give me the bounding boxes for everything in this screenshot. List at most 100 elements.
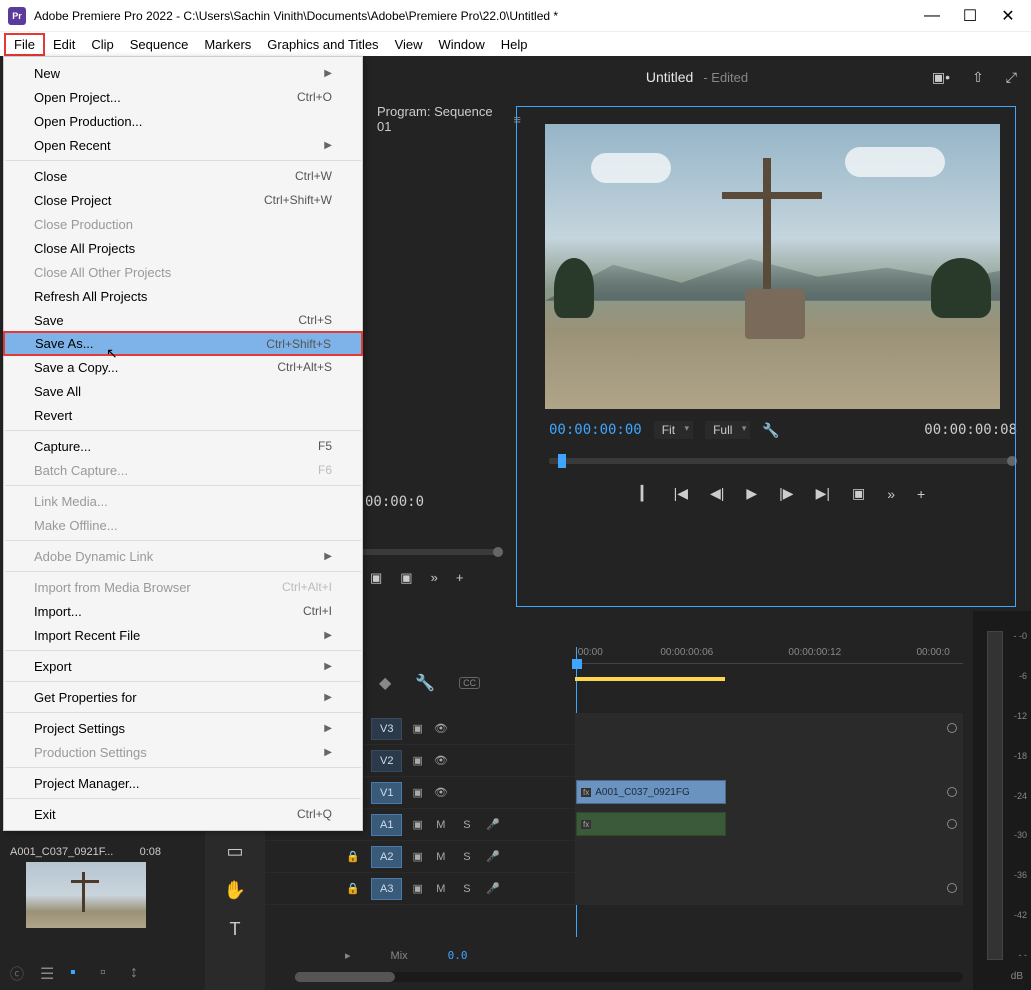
menu-item-exit[interactable]: ExitCtrl+Q: [4, 802, 362, 826]
transport-more-icon[interactable]: »: [887, 486, 895, 502]
menu-graphics[interactable]: Graphics and Titles: [259, 35, 386, 54]
add-button[interactable]: +: [917, 486, 925, 502]
menu-item-save-all[interactable]: Save All: [4, 379, 362, 403]
hand-tool-icon[interactable]: ✋: [224, 880, 246, 901]
timeline-clip-video[interactable]: fx A001_C037_0921FG: [576, 780, 726, 804]
menu-item-open-project[interactable]: Open Project...Ctrl+O: [4, 85, 362, 109]
toggle-output-icon[interactable]: ▣: [412, 754, 422, 767]
menu-item-import-recent-file[interactable]: Import Recent File▶: [4, 623, 362, 647]
eye-icon[interactable]: 👁: [433, 722, 449, 735]
menu-item-project-manager[interactable]: Project Manager...: [4, 771, 362, 795]
menu-item-open-production[interactable]: Open Production...: [4, 109, 362, 133]
timeline-scrollbar[interactable]: [295, 972, 963, 982]
step-forward-button[interactable]: |▶: [779, 485, 793, 502]
track-label-v2[interactable]: V2: [371, 750, 402, 772]
step-back-button[interactable]: ◀|: [710, 485, 724, 502]
minimize-button[interactable]: —: [925, 9, 939, 23]
track-body-a2[interactable]: [575, 841, 963, 872]
menu-item-close-all-projects[interactable]: Close All Projects: [4, 236, 362, 260]
toggle-output-icon[interactable]: ▣: [412, 818, 422, 831]
mix-arrow-icon[interactable]: ▸: [345, 949, 351, 962]
toggle-output-icon[interactable]: ▣: [412, 722, 422, 735]
mix-value[interactable]: 0.0: [448, 949, 468, 962]
menu-item-open-recent[interactable]: Open Recent▶: [4, 133, 362, 157]
work-area-bar[interactable]: [575, 677, 725, 681]
go-to-out-button[interactable]: ▶|: [816, 485, 830, 502]
toggle-output-icon[interactable]: ▣: [412, 882, 422, 895]
menu-item-capture[interactable]: Capture...F5: [4, 434, 362, 458]
mic-icon[interactable]: 🎤: [485, 882, 501, 895]
mute-button[interactable]: M: [433, 819, 449, 831]
track-body-v1[interactable]: fx A001_C037_0921FG: [575, 777, 963, 808]
marker-icon[interactable]: ◆: [379, 673, 391, 693]
share-icon[interactable]: ⇧: [972, 69, 984, 86]
program-timecode-current[interactable]: 00:00:00:00: [549, 422, 642, 438]
menu-item-get-properties-for[interactable]: Get Properties for▶: [4, 685, 362, 709]
solo-button[interactable]: S: [459, 883, 475, 895]
timeline-wrench-icon[interactable]: 🔧: [415, 673, 435, 693]
menu-edit[interactable]: Edit: [45, 35, 83, 54]
source-add-button[interactable]: +: [456, 570, 464, 586]
export-frame-button[interactable]: ▣: [852, 485, 865, 502]
selection-tool-icon[interactable]: ▭: [226, 841, 243, 862]
sort-icon[interactable]: ↕: [130, 964, 146, 980]
menu-item-save-as[interactable]: Save As...Ctrl+Shift+S: [3, 331, 363, 356]
maximize-button[interactable]: ☐: [963, 9, 977, 23]
track-body-v3[interactable]: [575, 713, 963, 744]
panel-menu-icon[interactable]: ≡: [513, 112, 521, 127]
source-scrubber[interactable]: [363, 549, 499, 555]
captions-icon[interactable]: CC: [459, 677, 480, 689]
menu-item-close[interactable]: CloseCtrl+W: [4, 164, 362, 188]
list-view-icon[interactable]: ☰: [40, 964, 56, 980]
type-tool-icon[interactable]: T: [230, 919, 241, 940]
track-body-v2[interactable]: [575, 745, 963, 776]
track-body-a1[interactable]: fx: [575, 809, 963, 840]
lock-icon[interactable]: 🔒: [345, 850, 361, 863]
timeline-ruler[interactable]: :00:00 00:00:00:06 00:00:00:12 00:00:0: [575, 647, 963, 677]
program-playhead[interactable]: [558, 454, 566, 468]
solo-button[interactable]: S: [459, 819, 475, 831]
track-body-a3[interactable]: [575, 873, 963, 904]
menu-markers[interactable]: Markers: [196, 35, 259, 54]
menu-item-save[interactable]: SaveCtrl+S: [4, 308, 362, 332]
mic-icon[interactable]: 🎤: [485, 818, 501, 831]
zoom-fit-select[interactable]: Fit: [654, 421, 693, 439]
mute-button[interactable]: M: [433, 851, 449, 863]
menu-item-refresh-all-projects[interactable]: Refresh All Projects: [4, 284, 362, 308]
project-clip-item[interactable]: A001_C037_0921F... 0:08: [8, 846, 163, 928]
menu-item-close-project[interactable]: Close ProjectCtrl+Shift+W: [4, 188, 362, 212]
menu-help[interactable]: Help: [493, 35, 536, 54]
track-label-v1[interactable]: V1: [371, 782, 402, 804]
mic-icon[interactable]: 🎤: [485, 850, 501, 863]
menu-clip[interactable]: Clip: [83, 35, 121, 54]
menu-item-save-a-copy[interactable]: Save a Copy...Ctrl+Alt+S: [4, 355, 362, 379]
icon-view-icon[interactable]: ▪: [70, 964, 86, 980]
source-more-icon[interactable]: »: [431, 570, 438, 586]
eye-icon[interactable]: 👁: [433, 786, 449, 799]
freeform-view-icon[interactable]: ▫: [100, 964, 116, 980]
menu-window[interactable]: Window: [431, 35, 493, 54]
workspace-tab-untitled[interactable]: Untitled: [646, 69, 693, 85]
menu-view[interactable]: View: [387, 35, 431, 54]
menu-file[interactable]: File: [4, 33, 45, 56]
quick-export-icon[interactable]: ▣•: [932, 69, 950, 86]
program-monitor[interactable]: [545, 124, 1000, 409]
program-scrubber[interactable]: [549, 458, 1017, 464]
menu-item-import[interactable]: Import...Ctrl+I: [4, 599, 362, 623]
track-label-a1[interactable]: A1: [371, 814, 402, 836]
menu-item-new[interactable]: New▶: [4, 61, 362, 85]
go-to-in-button[interactable]: |◀: [674, 485, 688, 502]
toggle-output-icon[interactable]: ▣: [412, 786, 422, 799]
resolution-select[interactable]: Full: [705, 421, 750, 439]
solo-button[interactable]: S: [459, 851, 475, 863]
clip-thumbnail[interactable]: [26, 862, 146, 928]
fullscreen-icon[interactable]: ⤢: [1006, 69, 1017, 86]
timeline-clip-audio[interactable]: fx: [576, 812, 726, 836]
menu-item-revert[interactable]: Revert: [4, 403, 362, 427]
source-overwrite-button[interactable]: ▣: [400, 570, 412, 586]
menu-sequence[interactable]: Sequence: [122, 35, 197, 54]
mark-in-button[interactable]: ▎: [641, 485, 652, 502]
toggle-output-icon[interactable]: ▣: [412, 850, 422, 863]
settings-wrench-icon[interactable]: 🔧: [762, 422, 779, 439]
creative-cloud-icon[interactable]: ⓒ: [6, 960, 28, 988]
